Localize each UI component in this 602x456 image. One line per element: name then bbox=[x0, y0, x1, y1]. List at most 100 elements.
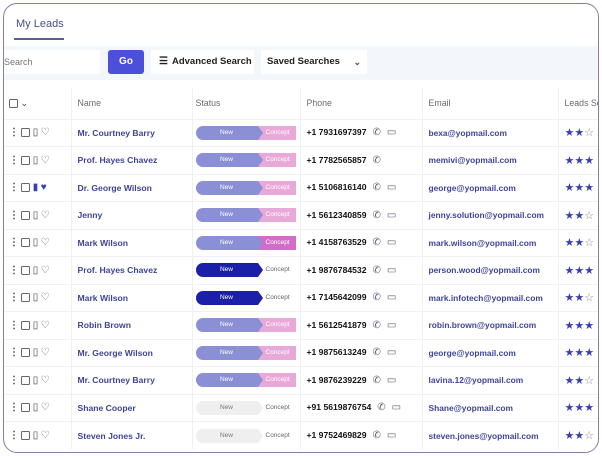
email-link[interactable]: mark.infotech@yopmail.com bbox=[422, 283, 559, 312]
phone-icon[interactable]: ✆ bbox=[372, 182, 380, 193]
message-icon[interactable]: ▭ bbox=[387, 347, 396, 358]
heart-icon[interactable]: ♡ bbox=[41, 127, 50, 138]
star-filled-icon[interactable]: ★ bbox=[565, 127, 575, 139]
status-new[interactable]: New bbox=[195, 153, 258, 168]
status-concept[interactable]: Concept bbox=[262, 180, 296, 195]
lead-name[interactable]: Steven Jones Jr. bbox=[71, 421, 193, 449]
bookmark-icon[interactable]: ▯ bbox=[33, 402, 39, 413]
email-link[interactable]: george@yopmail.com bbox=[422, 338, 559, 367]
status-pipeline[interactable]: New Concept bbox=[195, 428, 296, 443]
bookmark-icon[interactable]: ▯ bbox=[33, 265, 39, 276]
lead-name[interactable]: Robin Brown bbox=[71, 311, 193, 339]
table-row[interactable]: ⋮ ▯ ♡ Mr. George Wilson New Concept +1 9… bbox=[4, 338, 598, 367]
star-filled-icon[interactable]: ★ bbox=[574, 265, 584, 277]
bookmark-icon[interactable]: ▯ bbox=[33, 127, 39, 138]
status-pipeline[interactable]: New Concept bbox=[195, 345, 296, 360]
status-new[interactable]: New bbox=[195, 400, 258, 415]
status-concept[interactable]: Concept bbox=[262, 263, 296, 278]
table-row[interactable]: ⋮ ▯ ♡ Jenny New Concept +1 5612340859 ✆ ▭ … bbox=[4, 201, 598, 229]
heart-filled-icon[interactable]: ♥ bbox=[41, 182, 47, 193]
more-vertical-icon[interactable]: ⋮ bbox=[9, 430, 19, 441]
phone-icon[interactable]: ✆ bbox=[372, 210, 380, 221]
table-row[interactable]: ⋮ ▯ ♡ Steven Jones Jr. New Concept +1 97… bbox=[4, 421, 598, 449]
message-icon[interactable]: ▭ bbox=[387, 375, 396, 386]
row-checkbox[interactable] bbox=[21, 348, 31, 358]
status-pipeline[interactable]: New Concept bbox=[195, 373, 296, 388]
bookmark-icon[interactable]: ▯ bbox=[33, 320, 39, 331]
phone-icon[interactable]: ✆ bbox=[372, 127, 380, 138]
status-new[interactable]: New bbox=[195, 208, 258, 223]
status-pipeline[interactable]: New Concept bbox=[195, 318, 296, 333]
message-icon[interactable]: ▭ bbox=[387, 182, 396, 193]
row-checkbox[interactable] bbox=[21, 238, 31, 248]
column-status[interactable]: Status bbox=[192, 88, 301, 119]
table-row[interactable]: ⋮ ▯ ♡ Mark Wilson New Concept +1 7145642… bbox=[4, 283, 598, 312]
row-checkbox[interactable] bbox=[21, 210, 31, 220]
table-row[interactable]: ⋮ ▯ ♡ Prof. Hayes Chavez New Concept +1 … bbox=[4, 256, 598, 284]
star-filled-icon[interactable]: ★ bbox=[584, 265, 594, 277]
phone-icon[interactable]: ✆ bbox=[372, 155, 380, 166]
phone-icon[interactable]: ✆ bbox=[372, 347, 380, 358]
status-concept[interactable]: Concept bbox=[262, 400, 296, 415]
star-outline-icon[interactable]: ☆ bbox=[584, 375, 594, 387]
star-filled-icon[interactable]: ★ bbox=[574, 127, 584, 139]
status-new[interactable]: New bbox=[195, 428, 258, 443]
star-filled-icon[interactable]: ★ bbox=[574, 182, 584, 194]
email-link[interactable]: person.wood@yopmail.com bbox=[422, 256, 559, 284]
heart-icon[interactable]: ♡ bbox=[41, 402, 50, 413]
email-link[interactable]: Shane@yopmail.com bbox=[422, 393, 559, 422]
more-vertical-icon[interactable]: ⋮ bbox=[9, 182, 19, 193]
status-concept[interactable]: Concept bbox=[262, 235, 296, 250]
star-outline-icon[interactable]: ☆ bbox=[584, 210, 594, 222]
star-filled-icon[interactable]: ★ bbox=[584, 347, 594, 359]
star-filled-icon[interactable]: ★ bbox=[565, 210, 575, 222]
status-new[interactable]: New bbox=[195, 180, 258, 195]
more-vertical-icon[interactable]: ⋮ bbox=[9, 210, 19, 221]
status-concept[interactable]: Concept bbox=[262, 428, 296, 443]
phone-icon[interactable]: ✆ bbox=[372, 265, 380, 276]
email-link[interactable]: steven.jones@yopmail.com bbox=[422, 421, 559, 449]
phone-icon[interactable]: ✆ bbox=[372, 292, 380, 303]
lead-name[interactable]: Shane Cooper bbox=[71, 393, 193, 422]
more-vertical-icon[interactable]: ⋮ bbox=[9, 375, 19, 386]
more-vertical-icon[interactable]: ⋮ bbox=[9, 402, 19, 413]
star-filled-icon[interactable]: ★ bbox=[584, 320, 594, 332]
star-outline-icon[interactable]: ☆ bbox=[584, 127, 594, 139]
star-filled-icon[interactable]: ★ bbox=[574, 347, 584, 359]
column-email[interactable]: Email bbox=[422, 88, 559, 119]
email-link[interactable]: mark.wilson@yopmail.com bbox=[422, 228, 559, 257]
table-row[interactable]: ⋮ ▯ ♡ Prof. Hayes Chavez New Concept +1 … bbox=[4, 146, 598, 174]
message-icon[interactable]: ▭ bbox=[387, 210, 396, 221]
bookmark-icon[interactable]: ▯ bbox=[33, 375, 39, 386]
status-pipeline[interactable]: New Concept bbox=[195, 180, 296, 195]
phone-icon[interactable]: ✆ bbox=[372, 375, 380, 386]
status-new[interactable]: New bbox=[195, 318, 258, 333]
email-link[interactable]: jenny.solution@yopmail.com bbox=[422, 201, 559, 229]
status-pipeline[interactable]: New Concept bbox=[195, 400, 296, 415]
status-concept[interactable]: Concept bbox=[262, 208, 296, 223]
star-outline-icon[interactable]: ☆ bbox=[584, 430, 594, 442]
star-filled-icon[interactable]: ★ bbox=[584, 402, 594, 414]
lead-name[interactable]: Mr. George Wilson bbox=[71, 338, 193, 367]
star-filled-icon[interactable]: ★ bbox=[565, 292, 575, 304]
lead-name[interactable]: Mr. Courtney Barry bbox=[71, 366, 193, 394]
bookmark-icon[interactable]: ▯ bbox=[33, 237, 39, 248]
star-filled-icon[interactable]: ★ bbox=[565, 375, 575, 387]
status-new[interactable]: New bbox=[195, 125, 258, 140]
email-link[interactable]: lavina.12@yopmail.com bbox=[422, 366, 559, 394]
star-outline-icon[interactable]: ☆ bbox=[584, 292, 594, 304]
message-icon[interactable]: ▭ bbox=[387, 127, 396, 138]
star-filled-icon[interactable]: ★ bbox=[565, 430, 575, 442]
status-concept[interactable]: Concept bbox=[262, 373, 296, 388]
lead-name[interactable]: Prof. Hayes Chavez bbox=[71, 146, 193, 174]
message-icon[interactable]: ▭ bbox=[387, 430, 396, 441]
lead-name[interactable]: Dr. George Wilson bbox=[71, 173, 193, 202]
column-name[interactable]: Name bbox=[71, 88, 193, 119]
row-checkbox[interactable] bbox=[21, 128, 31, 138]
message-icon[interactable]: ▭ bbox=[387, 292, 396, 303]
heart-icon[interactable]: ♡ bbox=[41, 375, 50, 386]
table-row[interactable]: ⋮ ▯ ♡ Shane Cooper New Concept +91 56198… bbox=[4, 393, 598, 422]
phone-icon[interactable]: ✆ bbox=[377, 402, 385, 413]
star-filled-icon[interactable]: ★ bbox=[574, 430, 584, 442]
star-filled-icon[interactable]: ★ bbox=[565, 320, 575, 332]
